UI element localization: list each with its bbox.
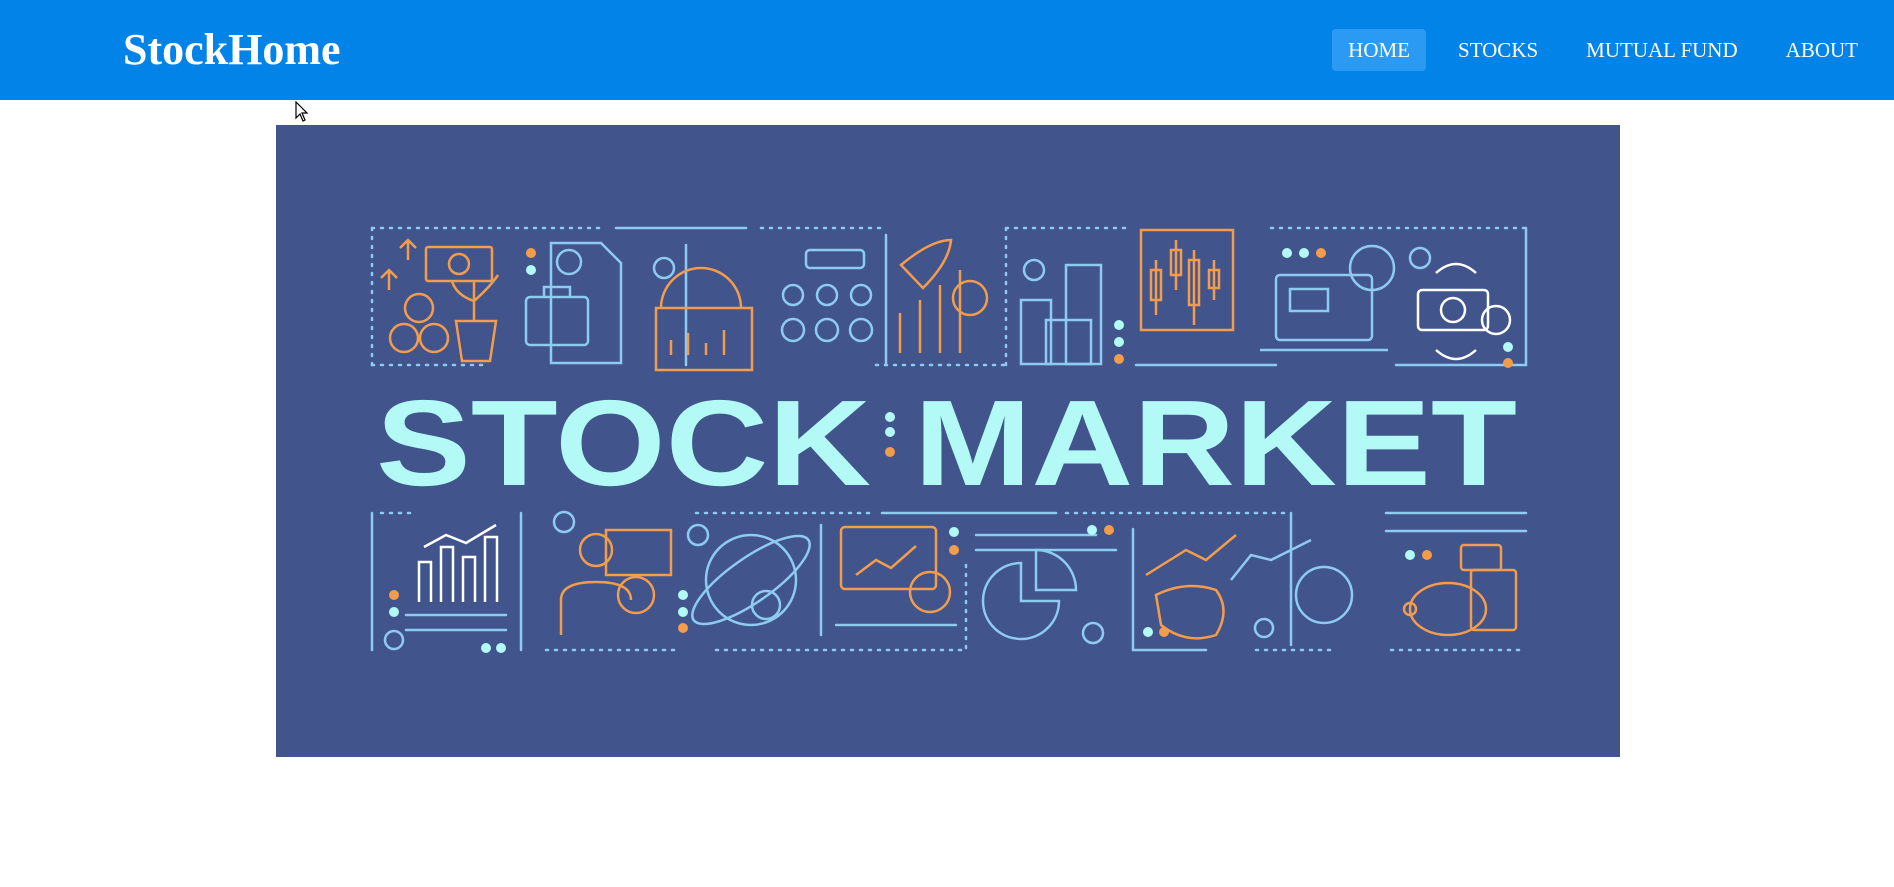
piggy-bank-icon bbox=[1402, 543, 1518, 637]
hero-banner: STOCK MARKET bbox=[276, 125, 1620, 757]
main-nav: HOME STOCKS MUTUAL FUND ABOUT bbox=[1316, 29, 1874, 71]
brand-logo[interactable]: StockHome bbox=[123, 22, 341, 78]
mouse-cursor-icon bbox=[295, 101, 309, 122]
buildings-icon bbox=[1019, 258, 1124, 366]
hero-illustration: STOCK MARKET bbox=[370, 226, 1528, 653]
candlestick-icon bbox=[1139, 228, 1235, 332]
top-navbar: StockHome HOME STOCKS MUTUAL FUND ABOUT bbox=[0, 0, 1894, 100]
globe-check-icon bbox=[686, 523, 811, 627]
title-separator-dots bbox=[885, 412, 895, 457]
nav-about[interactable]: ABOUT bbox=[1770, 29, 1874, 71]
nav-home[interactable]: HOME bbox=[1332, 29, 1427, 71]
globe-chart-icon bbox=[652, 256, 754, 372]
hero-title-stock: STOCK bbox=[376, 375, 871, 511]
hero-title-market: MARKET bbox=[914, 375, 1517, 511]
pie-chart-icon bbox=[981, 525, 1114, 645]
rocket-growth-icon bbox=[898, 238, 989, 353]
bar-chart-icon bbox=[383, 523, 506, 653]
investor-icon bbox=[552, 510, 688, 635]
money-plant-icon bbox=[380, 238, 500, 363]
monitor-chart-icon bbox=[839, 525, 959, 614]
nav-stocks[interactable]: STOCKS bbox=[1442, 29, 1554, 71]
briefcase-document-icon bbox=[524, 241, 623, 365]
laptop-money-icon bbox=[1260, 244, 1396, 352]
team-money-icon bbox=[780, 248, 874, 343]
money-exchange-icon bbox=[1408, 246, 1513, 368]
nav-mutual-fund[interactable]: MUTUAL FUND bbox=[1570, 29, 1753, 71]
bull-icon bbox=[1143, 534, 1237, 640]
